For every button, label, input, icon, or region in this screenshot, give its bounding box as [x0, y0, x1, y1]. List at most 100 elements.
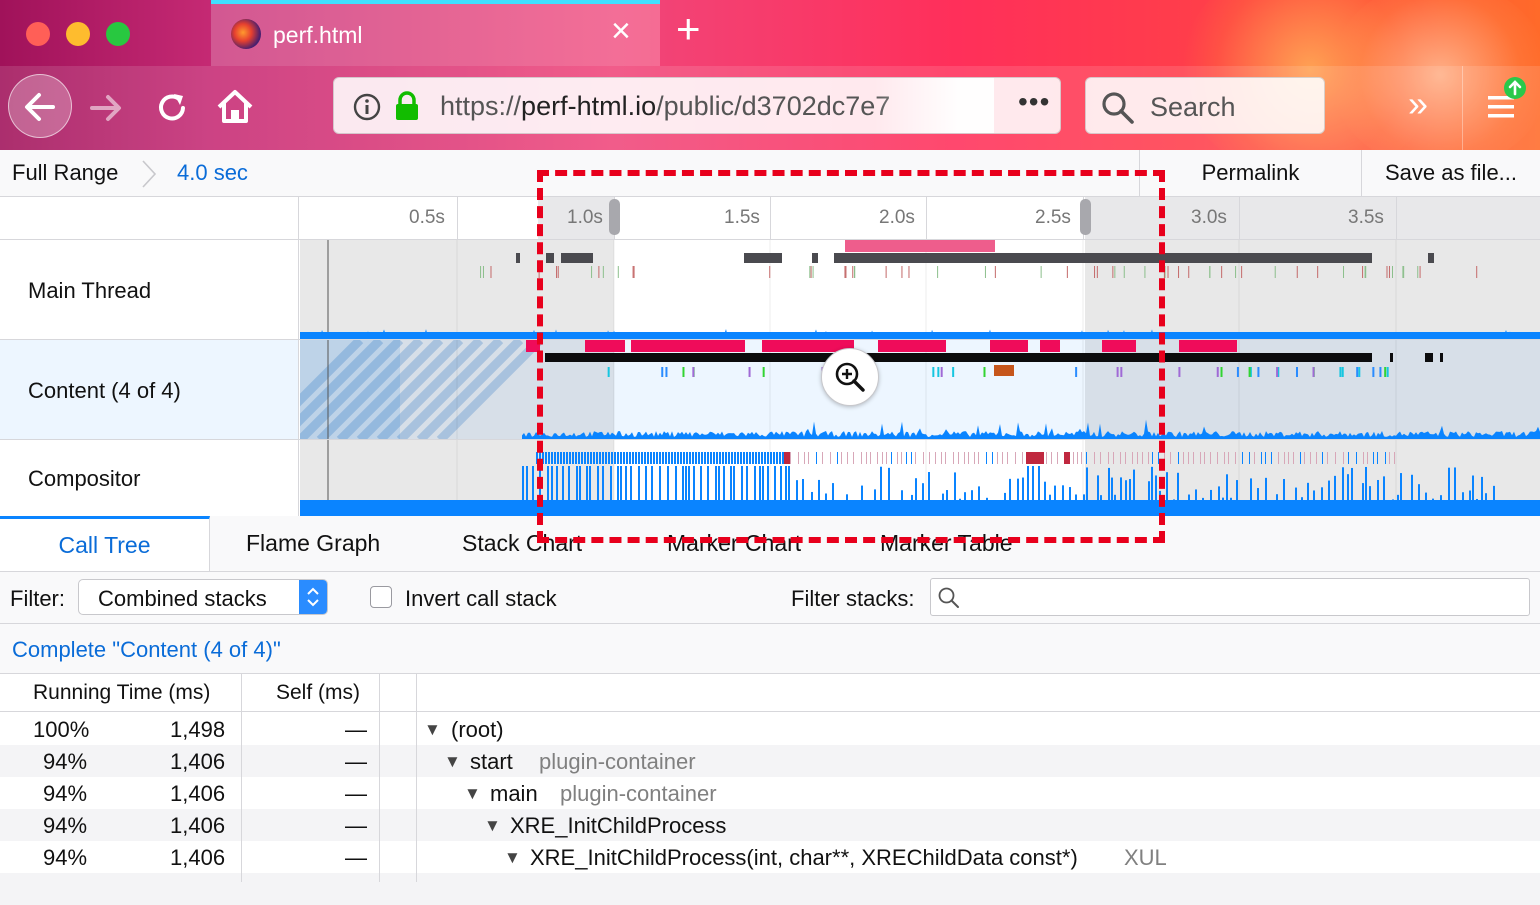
marker-tick: [662, 452, 664, 464]
compositor-graph[interactable]: [300, 440, 1540, 516]
marker-tick: [1123, 266, 1125, 278]
lock-icon[interactable]: [392, 90, 422, 122]
main-thread-graph[interactable]: [300, 240, 1540, 339]
call-tree-row[interactable]: 100% 1,498 — ▼ (root): [0, 713, 1540, 745]
marker-tick: [641, 452, 643, 464]
marker-tick: [620, 452, 622, 464]
row-percent: 94%: [43, 813, 88, 838]
row-self-ms: —: [345, 717, 367, 742]
breadcrumb-full-range[interactable]: Full Range: [12, 160, 118, 186]
back-button[interactable]: [8, 74, 72, 138]
window-minimize-button[interactable]: [66, 22, 90, 46]
selection-start-handle[interactable]: [609, 199, 620, 235]
compositor-activity-graph[interactable]: [300, 440, 1540, 516]
call-tree-row-partial[interactable]: [0, 873, 1540, 905]
marker-tick: [740, 452, 742, 464]
tab-marker-table[interactable]: Marker Table: [880, 516, 1013, 571]
track-label-content[interactable]: Content (4 of 4): [0, 340, 299, 439]
home-button[interactable]: [214, 86, 256, 128]
permalink-button[interactable]: Permalink: [1139, 150, 1361, 196]
tab-marker-chart[interactable]: Marker Chart: [667, 516, 801, 571]
overflow-chevron-icon[interactable]: »: [1408, 86, 1428, 122]
marker-tick: [1209, 266, 1211, 278]
expand-triangle-icon[interactable]: ▼: [444, 752, 461, 772]
selection-end-handle[interactable]: [1080, 199, 1091, 235]
search-bar[interactable]: Search: [1085, 77, 1325, 134]
tab-stack-chart[interactable]: Stack Chart: [462, 516, 582, 571]
marker-tick: [1100, 452, 1101, 464]
expand-triangle-icon[interactable]: ▼: [424, 720, 441, 740]
call-tree-row[interactable]: 94% 1,406 — ▼ start plugin-container: [0, 745, 1540, 777]
close-tab-icon[interactable]: ×: [611, 14, 631, 48]
save-file-button[interactable]: Save as file...: [1361, 150, 1540, 196]
main-thread-activity-graph[interactable]: [300, 240, 1540, 339]
row-percent: 94%: [43, 749, 88, 774]
toolbar-divider: [1462, 66, 1463, 150]
new-tab-button[interactable]: +: [676, 8, 701, 50]
call-tree-row[interactable]: 94% 1,406 — ▼ XRE_InitChildProcess(int, …: [0, 841, 1540, 873]
url-bar[interactable]: https://perf-html.io/public/d3702dc7e7 •…: [333, 77, 1061, 134]
marker-bar: [561, 253, 593, 263]
marker-tick: [984, 266, 986, 278]
track-compositor[interactable]: Compositor: [0, 440, 1540, 516]
expand-triangle-icon[interactable]: ▼: [484, 816, 501, 836]
marker-tick: [983, 367, 986, 377]
marker-tick: [737, 452, 739, 464]
marker-tick: [1419, 266, 1421, 278]
row-running-ms: 1,406: [170, 749, 226, 774]
browser-tab[interactable]: perf.html ×: [211, 0, 660, 66]
forward-button[interactable]: [86, 88, 126, 128]
marker-tick: [953, 452, 954, 464]
marker-tick: [1163, 266, 1165, 278]
zoom-selection-button[interactable]: [821, 348, 879, 406]
ruler-tick-label: 2.5s: [1035, 207, 1071, 228]
tab-call-tree[interactable]: Call Tree: [0, 516, 210, 571]
filter-label: Filter:: [10, 586, 65, 611]
row-function-name: XRE_InitChildProcess: [510, 813, 727, 838]
marker-tick: [1363, 452, 1364, 464]
call-tree-settings: Filter: Combined stacks Invert call stac…: [0, 572, 1540, 624]
track-label-main-thread[interactable]: Main Thread: [0, 240, 299, 339]
url-fade: [874, 78, 994, 133]
timeline-ruler[interactable]: 0.5s 1.0s 1.5s 2.0s 2.5s 3.0s 3.5s: [0, 197, 1540, 240]
marker-tick: [575, 452, 577, 464]
marker-tick: [1217, 452, 1218, 464]
marker-tick: [686, 452, 688, 464]
content-activity-graph[interactable]: [300, 340, 1540, 439]
row-running-ms: 1,406: [170, 845, 226, 870]
marker-tick: [629, 452, 631, 464]
marker-tick: [1148, 452, 1149, 464]
marker-tick: [1365, 266, 1367, 278]
filter-select[interactable]: Combined stacks: [78, 579, 328, 615]
track-main-thread[interactable]: Main Thread: [0, 240, 1540, 340]
thread-breadcrumb[interactable]: Complete "Content (4 of 4)": [12, 637, 281, 663]
marker-tick: [623, 452, 625, 464]
marker-tick: [1094, 452, 1095, 464]
breadcrumb-current-range[interactable]: 4.0 sec: [177, 160, 248, 186]
row-library: plugin-container: [539, 749, 696, 774]
filter-stacks-input[interactable]: [930, 578, 1530, 616]
expand-triangle-icon[interactable]: ▼: [464, 784, 481, 804]
expand-triangle-icon[interactable]: ▼: [504, 848, 521, 868]
track-label-compositor[interactable]: Compositor: [0, 440, 299, 516]
marker-tick: [1108, 452, 1109, 464]
window-close-button[interactable]: [26, 22, 50, 46]
marker-tick: [1316, 452, 1317, 464]
tab-flame-graph[interactable]: Flame Graph: [246, 516, 380, 571]
content-graph[interactable]: [300, 340, 1540, 439]
page-actions-menu-icon[interactable]: •••: [1018, 86, 1050, 118]
invert-call-stack-label[interactable]: Invert call stack: [405, 586, 557, 612]
call-tree-row[interactable]: 94% 1,406 — ▼ main plugin-container: [0, 777, 1540, 809]
menu-update-button[interactable]: [1484, 74, 1532, 128]
jank-marker: [585, 340, 625, 352]
info-icon[interactable]: [352, 92, 382, 122]
marker-tick: [978, 452, 979, 464]
reload-button[interactable]: [152, 88, 192, 128]
track-content[interactable]: Content (4 of 4): [0, 340, 1540, 440]
marker-tick: [1081, 452, 1082, 464]
marker-tick: [1339, 367, 1342, 377]
window-maximize-button[interactable]: [106, 22, 130, 46]
url-text[interactable]: https://perf-html.io/public/d3702dc7e7: [440, 91, 890, 122]
invert-call-stack-checkbox[interactable]: [370, 586, 392, 608]
call-tree-row[interactable]: 94% 1,406 — ▼ XRE_InitChildProcess: [0, 809, 1540, 841]
